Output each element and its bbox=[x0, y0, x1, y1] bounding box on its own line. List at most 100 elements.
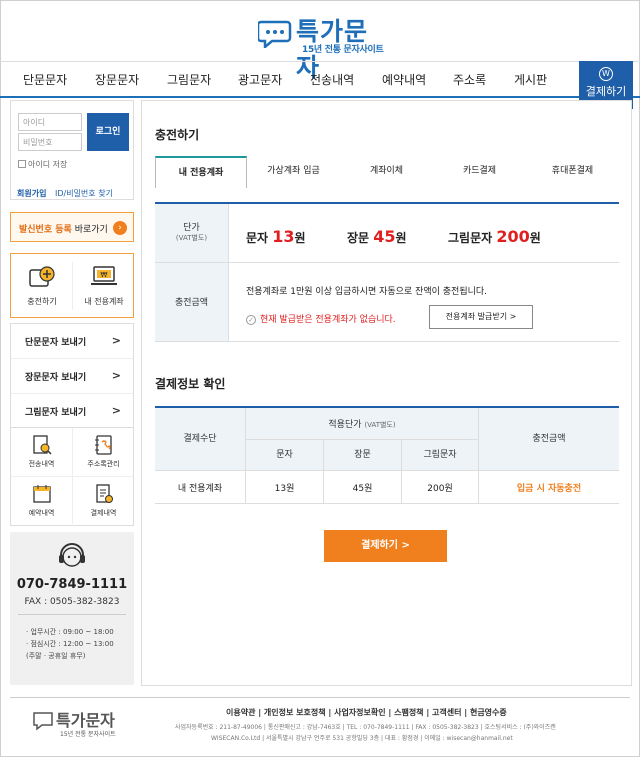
customer-center: 070-7849-1111 FAX : 0505-382-3823 · 업무시간… bbox=[10, 532, 134, 685]
price-lms: 장문 45원 bbox=[347, 227, 407, 246]
col-lms: 장문 bbox=[324, 440, 401, 470]
send-lms-link[interactable]: 장문문자 보내기 > bbox=[11, 359, 133, 394]
tab-card[interactable]: 카드결제 bbox=[433, 156, 526, 187]
account-shortcut[interactable]: ₩ 내 전용계좌 bbox=[73, 254, 135, 317]
send-sms-link[interactable]: 단문문자 보내기 > bbox=[11, 324, 133, 359]
payment-history-link[interactable]: 결제내역 bbox=[73, 477, 134, 525]
send-sms-label: 단문문자 보내기 bbox=[25, 338, 87, 348]
check-circle-icon: ✓ bbox=[246, 315, 256, 325]
nav-sms[interactable]: 단문문자 bbox=[23, 71, 67, 88]
chevron-right-icon: › bbox=[113, 221, 127, 235]
col-unit-price-sub: (VAT별도) bbox=[364, 421, 396, 429]
nav-history[interactable]: 전송내역 bbox=[310, 71, 354, 88]
col-unit-price: 적용단가 (VAT별도) bbox=[246, 408, 478, 439]
amount-note: 전용계좌로 1만원 이상 입금하시면 자동으로 잔액이 충전됩니다. bbox=[246, 287, 488, 297]
price-mms-value: 200 bbox=[496, 227, 530, 246]
col-method: 결제수단 bbox=[155, 408, 245, 470]
footer-info-line1: 사업자등록번호 : 211-87-49006 | 통신판매신고 : 강남-746… bbox=[175, 724, 556, 731]
save-id-checkbox[interactable]: 아이디 저장 bbox=[18, 159, 67, 170]
unit-price-title: 단가 bbox=[183, 223, 200, 233]
footer-info-line2: WISECAN.Co.Ltd | 서울특별시 강남구 언주로 531 공항빌딩 … bbox=[211, 735, 513, 742]
row-sms: 13원 bbox=[274, 484, 295, 494]
register-bold: 발신번호 등록 bbox=[19, 225, 72, 235]
login-button[interactable]: 로그인 bbox=[87, 113, 129, 151]
calendar-icon bbox=[32, 485, 51, 503]
id-input[interactable]: 아이디 bbox=[18, 113, 82, 131]
checkbox-icon bbox=[18, 160, 26, 168]
pay-button[interactable]: 결제하기 > bbox=[324, 530, 447, 562]
price-mms-unit: 원 bbox=[529, 231, 541, 245]
find-account-link[interactable]: ID/비밀번호 찾기 bbox=[55, 189, 113, 198]
charge-shortcuts: 충전하기 ₩ 내 전용계좌 bbox=[10, 253, 134, 318]
chat-bubble-icon bbox=[258, 20, 292, 48]
send-mms-link[interactable]: 그림문자 보내기 > bbox=[11, 394, 133, 429]
divider bbox=[246, 439, 478, 440]
unit-price-sub: (VAT별도) bbox=[175, 234, 208, 242]
tab-phone[interactable]: 휴대폰결제 bbox=[526, 156, 619, 187]
amount-warning-text: 현재 발급받은 전용계좌가 없습니다. bbox=[260, 315, 396, 325]
nav-reserve[interactable]: 예약내역 bbox=[382, 71, 426, 88]
chevron-right-icon: > bbox=[111, 334, 121, 347]
sender-register-banner[interactable]: 발신번호 등록 바로가기 › bbox=[10, 212, 134, 242]
footer-logo-subtitle: 15년 전통 문자사이트 bbox=[60, 731, 116, 738]
tab-virtual-account[interactable]: 가상계좌 입금 bbox=[247, 156, 340, 187]
price-lms-value: 45 bbox=[373, 227, 396, 246]
cs-fax: FAX : 0505-382-3823 bbox=[24, 597, 120, 607]
join-link[interactable]: 회원가입 bbox=[17, 189, 46, 198]
price-mms: 그림문자 200원 bbox=[448, 227, 541, 246]
footer-logo-title: 특가문자 bbox=[56, 711, 115, 730]
cs-hours: · 업무시간 : 09:00 ~ 18:00 · 점심시간 : 12:00 ~ … bbox=[26, 626, 114, 662]
charge-title: 충전하기 bbox=[155, 128, 200, 142]
quick-grid: 전송내역 주소록관리 예약내역 결제내역 bbox=[10, 428, 134, 526]
receipt-icon bbox=[95, 484, 113, 503]
nav-lms[interactable]: 장문문자 bbox=[95, 71, 139, 88]
coin-stack-icon bbox=[29, 266, 55, 287]
won-icon: W bbox=[599, 67, 613, 81]
account-shortcut-label: 내 전용계좌 bbox=[84, 297, 124, 306]
footer-links[interactable]: 이용약관 | 개인정보 보호정책 | 사업자정보확인 | 스팸정책 | 고객센터… bbox=[226, 707, 507, 718]
confirm-title: 결제정보 확인 bbox=[155, 377, 226, 391]
chevron-right-icon: > bbox=[111, 404, 121, 417]
amount-label: 충전금액 bbox=[155, 263, 229, 342]
password-input[interactable]: 비밀번호 bbox=[18, 133, 82, 151]
col-amount: 충전금액 bbox=[479, 408, 619, 470]
issue-account-button[interactable]: 전용계좌 발급받기 > bbox=[429, 305, 533, 329]
row-method: 내 전용계좌 bbox=[177, 484, 223, 494]
lunch-hours: · 점심시간 : 12:00 ~ 13:00 bbox=[26, 640, 114, 648]
payment-summary-table: 결제수단 적용단가 (VAT별도) 문자 장문 그림문자 충전금액 내 전용계좌… bbox=[155, 406, 619, 504]
history-link[interactable]: 전송내역 bbox=[11, 428, 72, 476]
headset-icon bbox=[59, 543, 85, 567]
send-lms-label: 장문문자 보내기 bbox=[25, 373, 87, 383]
payment-history-label: 결제내역 bbox=[90, 509, 117, 517]
charge-info: 단가 (VAT별도) 문자 13원 장문 45원 그림문자 200원 충전금액 … bbox=[155, 202, 619, 342]
footer-info: 사업자등록번호 : 211-87-49006 | 통신판매신고 : 강남-746… bbox=[175, 722, 556, 744]
nav-address[interactable]: 주소록 bbox=[453, 71, 486, 88]
row-mms: 200원 bbox=[427, 484, 453, 494]
chat-bubble-icon bbox=[33, 712, 53, 731]
reserve-link[interactable]: 예약내역 bbox=[11, 477, 72, 525]
document-search-icon bbox=[32, 435, 52, 455]
price-lms-label: 장문 bbox=[347, 231, 370, 245]
history-label: 전송내역 bbox=[28, 460, 55, 468]
price-sms: 문자 13원 bbox=[246, 227, 306, 246]
payment-tabs: 내 전용계좌 가상계좌 입금 계좌이체 카드결제 휴대폰결제 bbox=[155, 156, 619, 188]
divider bbox=[155, 470, 619, 471]
nav-mms[interactable]: 그림문자 bbox=[167, 71, 211, 88]
send-menu: 단문문자 보내기 > 장문문자 보내기 > 그림문자 보내기 > bbox=[10, 323, 134, 428]
save-id-label: 아이디 저장 bbox=[28, 160, 68, 169]
header-pay-label: 결제하기 bbox=[585, 85, 627, 98]
site-logo[interactable]: 특가문자 15년 전통 문자사이트 bbox=[258, 12, 388, 82]
send-mms-label: 그림문자 보내기 bbox=[25, 408, 87, 418]
col-sms: 문자 bbox=[246, 440, 323, 470]
unit-price-label: 단가 (VAT별도) bbox=[155, 204, 229, 262]
price-sms-value: 13 bbox=[272, 227, 295, 246]
address-link[interactable]: 주소록관리 bbox=[73, 428, 134, 476]
nav-board[interactable]: 게시판 bbox=[514, 71, 547, 88]
tab-transfer[interactable]: 계좌이체 bbox=[340, 156, 433, 187]
nav-ad[interactable]: 광고문자 bbox=[238, 71, 282, 88]
charge-shortcut[interactable]: 충전하기 bbox=[11, 254, 73, 317]
main-nav: 단문문자 장문문자 그림문자 광고문자 전송내역 예약내역 주소록 게시판 bbox=[0, 61, 640, 98]
tab-my-account[interactable]: 내 전용계좌 bbox=[155, 156, 247, 188]
register-rest: 바로가기 bbox=[71, 225, 108, 235]
price-sms-label: 문자 bbox=[246, 231, 269, 245]
